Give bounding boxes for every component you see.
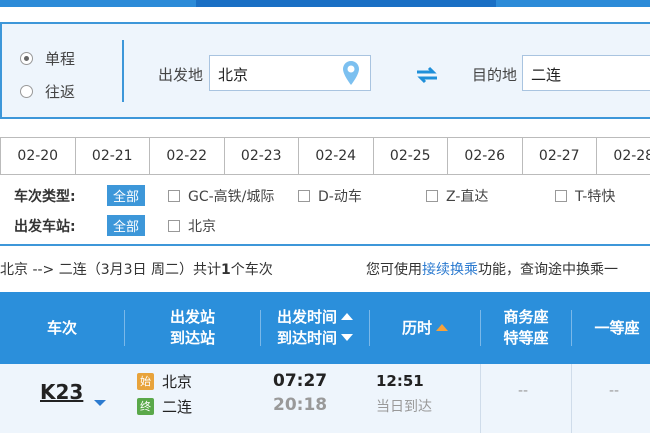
col-first: 一等座: [572, 292, 650, 364]
arrival-day: 当日到达: [376, 399, 432, 415]
date-tab[interactable]: 02-21: [74, 138, 149, 174]
col-times[interactable]: 出发时间 到达时间: [261, 292, 369, 364]
from-station: 始 北京: [137, 371, 192, 392]
sort-down-icon[interactable]: [341, 334, 353, 341]
filter-z-checkbox[interactable]: [426, 190, 438, 202]
filter-z-label: Z-直达: [446, 189, 489, 205]
depart-time: 07:27: [273, 371, 328, 391]
station-label: 出发车站:: [14, 218, 76, 235]
station-beijing-checkbox[interactable]: [168, 220, 180, 232]
transfer-hint: 您可使用接续换乘功能，查询途中换乘一: [366, 259, 618, 279]
hint-before: 您可使用: [366, 262, 422, 278]
hint-after: 功能，查询途中换乘一: [478, 262, 618, 278]
date-tab[interactable]: 02-20: [0, 138, 75, 174]
station-all-button[interactable]: 全部: [107, 215, 146, 236]
from-label: 出发地: [158, 66, 204, 84]
arrive-time: 20:18: [273, 395, 328, 415]
date-tab[interactable]: 02-28: [596, 138, 650, 174]
oneway-label: 单程: [45, 50, 76, 68]
result-summary: 北京 --> 二连（3月3日 周二）共计1个车次: [0, 259, 273, 279]
roundtrip-radio[interactable]: [20, 85, 33, 98]
end-badge: 终: [137, 398, 154, 415]
to-label: 目的地: [472, 66, 518, 84]
row-separator: [480, 364, 481, 433]
filter-t[interactable]: T-特快: [555, 186, 615, 206]
sort-up-icon[interactable]: [341, 313, 353, 320]
filter-d-label: D-动车: [318, 189, 362, 205]
filter-t-checkbox[interactable]: [555, 190, 567, 202]
start-badge: 始: [137, 373, 154, 390]
date-tab[interactable]: 02-22: [149, 138, 224, 174]
col-train: 车次: [0, 292, 124, 364]
summary-suffix: 个车次: [230, 262, 273, 278]
filter-z[interactable]: Z-直达: [426, 186, 488, 206]
swap-arrows-icon[interactable]: [415, 66, 439, 84]
transfer-link[interactable]: 接续换乘: [422, 262, 478, 278]
train-number-link[interactable]: K23: [40, 380, 83, 404]
col-arrive-label: 到达时间: [276, 329, 337, 347]
col-duration[interactable]: 历时: [370, 292, 480, 364]
date-tab[interactable]: 02-23: [223, 138, 298, 174]
col-to-label: 到达站: [169, 329, 215, 347]
date-tab[interactable]: 02-24: [298, 138, 373, 174]
col-first-label: 一等座: [594, 318, 640, 337]
chevron-down-icon[interactable]: [94, 400, 106, 406]
results-table-header: 车次 出发站 到达站 出发时间 到达时间 历时 商务座 特等座 一等座: [0, 292, 650, 364]
col-business-label: 商务座: [503, 308, 549, 326]
to-field[interactable]: 二连: [522, 55, 650, 91]
filter-gc[interactable]: GC-高铁/城际: [168, 186, 274, 206]
station-filter: 出发车站: 全部: [14, 215, 146, 236]
to-station: 终 二连: [137, 396, 192, 417]
roundtrip-label: 往返: [45, 83, 76, 101]
search-panel: 单程 往返 出发地 北京 目的地 二连: [0, 22, 650, 119]
col-depart-label: 出发时间: [276, 308, 337, 326]
date-tab[interactable]: 02-25: [372, 138, 447, 174]
duration: 12:51: [376, 372, 424, 390]
col-special-label: 特等座: [503, 329, 549, 347]
station-beijing-label: 北京: [188, 219, 216, 235]
from-station-name: 北京: [162, 373, 193, 391]
trip-divider: [122, 40, 124, 102]
top-nav-accent: [196, 0, 496, 7]
date-tabs: 02-20 02-21 02-22 02-23 02-24 02-25 02-26 02-27…: [0, 137, 650, 175]
filter-gc-checkbox[interactable]: [168, 190, 180, 202]
col-from-label: 出发站: [169, 308, 215, 326]
sort-up-icon[interactable]: [436, 323, 448, 331]
map-pin-icon[interactable]: [342, 60, 360, 86]
to-station-name: 二连: [162, 398, 193, 416]
date-tab[interactable]: 02-27: [521, 138, 596, 174]
col-stations: 出发站 到达站: [125, 292, 260, 364]
train-type-label: 车次类型:: [14, 188, 76, 205]
col-train-label: 车次: [46, 318, 77, 337]
oneway-radio[interactable]: [20, 52, 33, 65]
train-type-filter: 车次类型: 全部: [14, 185, 146, 206]
filter-gc-label: GC-高铁/城际: [188, 189, 275, 205]
section-divider: [0, 244, 650, 246]
filter-d[interactable]: D-动车: [298, 186, 362, 206]
top-nav-bar: [0, 0, 650, 7]
trip-roundtrip[interactable]: 往返: [20, 81, 75, 102]
row-separator: [571, 364, 572, 433]
col-duration-label: 历时: [401, 318, 432, 337]
trip-oneway[interactable]: 单程: [20, 48, 75, 69]
date-tab[interactable]: 02-26: [447, 138, 522, 174]
summary-count: 1: [221, 262, 231, 278]
summary-route: 北京 --> 二连（3月3日 周二）共计: [0, 262, 221, 278]
filter-d-checkbox[interactable]: [298, 190, 310, 202]
filter-station-beijing[interactable]: 北京: [168, 216, 216, 236]
business-seat[interactable]: --: [518, 383, 528, 399]
col-business: 商务座 特等座: [481, 292, 571, 364]
train-type-all-button[interactable]: 全部: [107, 185, 146, 206]
first-class-seat[interactable]: --: [609, 383, 619, 399]
filter-t-label: T-特快: [575, 189, 616, 205]
